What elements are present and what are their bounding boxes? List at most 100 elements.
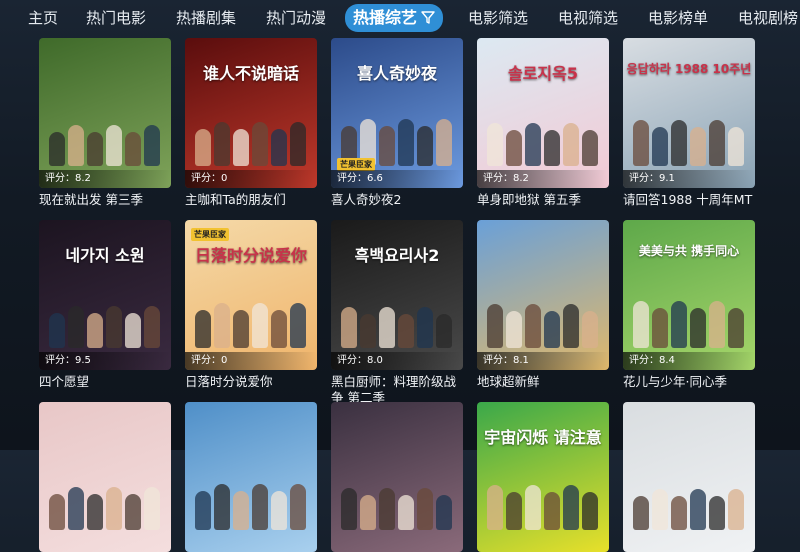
poster-cast-illustration — [629, 106, 749, 166]
rating-value: 9.5 — [75, 355, 91, 366]
nav-hot-anime[interactable]: 热门动漫 — [266, 6, 326, 30]
rating-prefix: 评分： — [483, 355, 513, 366]
show-title: 日落时分说爱你 — [185, 374, 273, 389]
rating-label: 评分：9.1 — [623, 170, 755, 188]
nav-label: 热播综艺 — [353, 8, 418, 27]
show-title: 花儿与少年·同心季 — [623, 374, 727, 389]
rating-label: 评分：0 — [185, 170, 317, 188]
poster-cast-illustration — [483, 288, 603, 348]
nav-movie-chart[interactable]: 电影榜单 — [648, 6, 708, 30]
nav-movie-filter[interactable]: 电影筛选 — [468, 6, 528, 30]
nav-tv-filter[interactable]: 电视筛选 — [558, 6, 618, 30]
show-poster: 네가지 소원 评分：9.5 — [39, 220, 171, 370]
rating-prefix: 评分： — [629, 355, 659, 366]
show-card[interactable]: 美美与共 携手同心评分：8.4 花儿与少年·同心季 — [623, 220, 755, 390]
rating-label: 评分：6.6 — [331, 170, 463, 188]
show-poster: 솔로지옥5 评分：8.2 — [477, 38, 609, 188]
poster-cast-illustration — [483, 470, 603, 530]
poster-cast-illustration — [45, 106, 165, 166]
rating-value: 0 — [221, 355, 228, 366]
rating-prefix: 评分： — [191, 355, 221, 366]
rating-prefix: 评分： — [191, 173, 221, 184]
nav-hot-series[interactable]: 热播剧集 — [176, 6, 236, 30]
show-card[interactable] — [39, 402, 171, 552]
nav-hot-variety[interactable]: 热播综艺 — [345, 4, 444, 33]
rating-prefix: 评分： — [45, 355, 75, 366]
show-title: 地球超新鲜 — [477, 374, 540, 389]
rating-prefix: 评分： — [483, 173, 513, 184]
poster-cast-illustration — [337, 288, 457, 348]
nav-label: 电视剧榜 — [738, 9, 799, 27]
show-card[interactable]: 솔로지옥5 评分：8.2 单身即地狱 第五季 — [477, 38, 609, 208]
show-title: 单身即地狱 第五季 — [477, 192, 581, 207]
show-poster — [39, 402, 171, 552]
show-poster: 喜人奇妙夜 芒果臣家 评分：6.6 — [331, 38, 463, 188]
show-card[interactable]: 네가지 소원 评分：9.5 四个愿望 — [39, 220, 171, 390]
rating-value: 8.4 — [659, 355, 675, 366]
poster-title-art: 흑백요리사2 — [354, 246, 440, 265]
nav-label: 电影榜单 — [648, 9, 709, 27]
show-poster: 美美与共 携手同心评分：8.4 — [623, 220, 755, 370]
poster-cast-illustration — [337, 470, 457, 530]
rating-label: 评分：8.0 — [331, 352, 463, 370]
show-poster: 评分：8.1 — [477, 220, 609, 370]
poster-cast-illustration — [191, 470, 311, 530]
poster-title-art: 네가지 소원 — [65, 246, 145, 265]
nav-label: 电影筛选 — [468, 9, 529, 27]
filter-funnel-icon[interactable] — [421, 5, 435, 33]
rating-value: 9.1 — [659, 173, 675, 184]
rating-value: 8.2 — [513, 173, 529, 184]
nav-label: 热播剧集 — [176, 9, 237, 27]
show-card[interactable]: 흑백요리사2 评分：8.0 黑白厨师：料理阶级战争 第二季 — [331, 220, 463, 406]
top-navigation: 主页 热门电影 热播剧集 热门动漫 热播综艺 电影筛选 电视筛选 电影榜单 电视剧榜 — [0, 0, 800, 36]
poster-cast-illustration — [629, 288, 749, 348]
poster-cast-illustration — [45, 288, 165, 348]
rating-value: 0 — [221, 173, 228, 184]
show-title: 主咖和Ta的朋友们 — [185, 192, 286, 207]
poster-cast-illustration — [191, 288, 311, 348]
poster-cast-illustration — [337, 106, 457, 166]
poster-title-art: 谁人不说暗话 — [202, 64, 299, 83]
show-card[interactable] — [623, 402, 755, 552]
show-poster: 응답하라 1988 10주년 评分：9.1 — [623, 38, 755, 188]
rating-label: 评分：8.4 — [623, 352, 755, 370]
show-card[interactable] — [331, 402, 463, 552]
rating-prefix: 评分： — [337, 173, 367, 184]
nav-hot-movies[interactable]: 热门电影 — [86, 6, 146, 30]
poster-title-art: 日落时分说爱你 — [194, 246, 307, 265]
poster-title-art: 美美与共 携手同心 — [638, 244, 740, 258]
rating-value: 6.6 — [367, 173, 383, 184]
poster-title-art: 솔로지옥5 — [507, 64, 578, 83]
rating-label: 评分：8.1 — [477, 352, 609, 370]
show-card[interactable]: 응답하라 1988 10주년 评分：9.1 请回答1988 十周年MT — [623, 38, 755, 208]
show-card[interactable]: 评分：8.2 现在就出发 第三季 — [39, 38, 171, 208]
nav-label: 主页 — [28, 9, 59, 27]
show-card[interactable]: 宇宙闪烁 请注意 — [477, 402, 609, 552]
show-card[interactable]: 喜人奇妙夜 芒果臣家 评分：6.6 喜人奇妙夜2 — [331, 38, 463, 208]
show-poster — [623, 402, 755, 552]
rating-prefix: 评分： — [629, 173, 659, 184]
rating-value: 8.2 — [75, 173, 91, 184]
show-title: 请回答1988 十周年MT — [623, 192, 753, 207]
rating-value: 8.1 — [513, 355, 529, 366]
show-poster: 宇宙闪烁 请注意 — [477, 402, 609, 552]
show-card[interactable] — [185, 402, 317, 552]
show-poster — [331, 402, 463, 552]
rating-prefix: 评分： — [337, 355, 367, 366]
show-poster: 评分：8.2 — [39, 38, 171, 188]
rating-label: 评分：9.5 — [39, 352, 171, 370]
nav-label: 电视筛选 — [558, 9, 619, 27]
show-card[interactable]: 评分：8.1 地球超新鲜 — [477, 220, 609, 390]
nav-label: 热门电影 — [86, 9, 147, 27]
show-poster — [185, 402, 317, 552]
show-card[interactable]: 日落时分说爱你 芒果臣家 评分：0 日落时分说爱你 — [185, 220, 317, 390]
rating-label: 评分：0 — [185, 352, 317, 370]
show-title: 现在就出发 第三季 — [39, 192, 143, 207]
poster-cast-illustration — [483, 106, 603, 166]
nav-home[interactable]: 主页 — [28, 6, 58, 30]
poster-cast-illustration — [45, 470, 165, 530]
show-poster: 谁人不说暗话 评分：0 — [185, 38, 317, 188]
nav-tv-chart[interactable]: 电视剧榜 — [738, 6, 798, 30]
show-poster: 흑백요리사2 评分：8.0 — [331, 220, 463, 370]
show-card[interactable]: 谁人不说暗话 评分：0 主咖和Ta的朋友们 — [185, 38, 317, 208]
